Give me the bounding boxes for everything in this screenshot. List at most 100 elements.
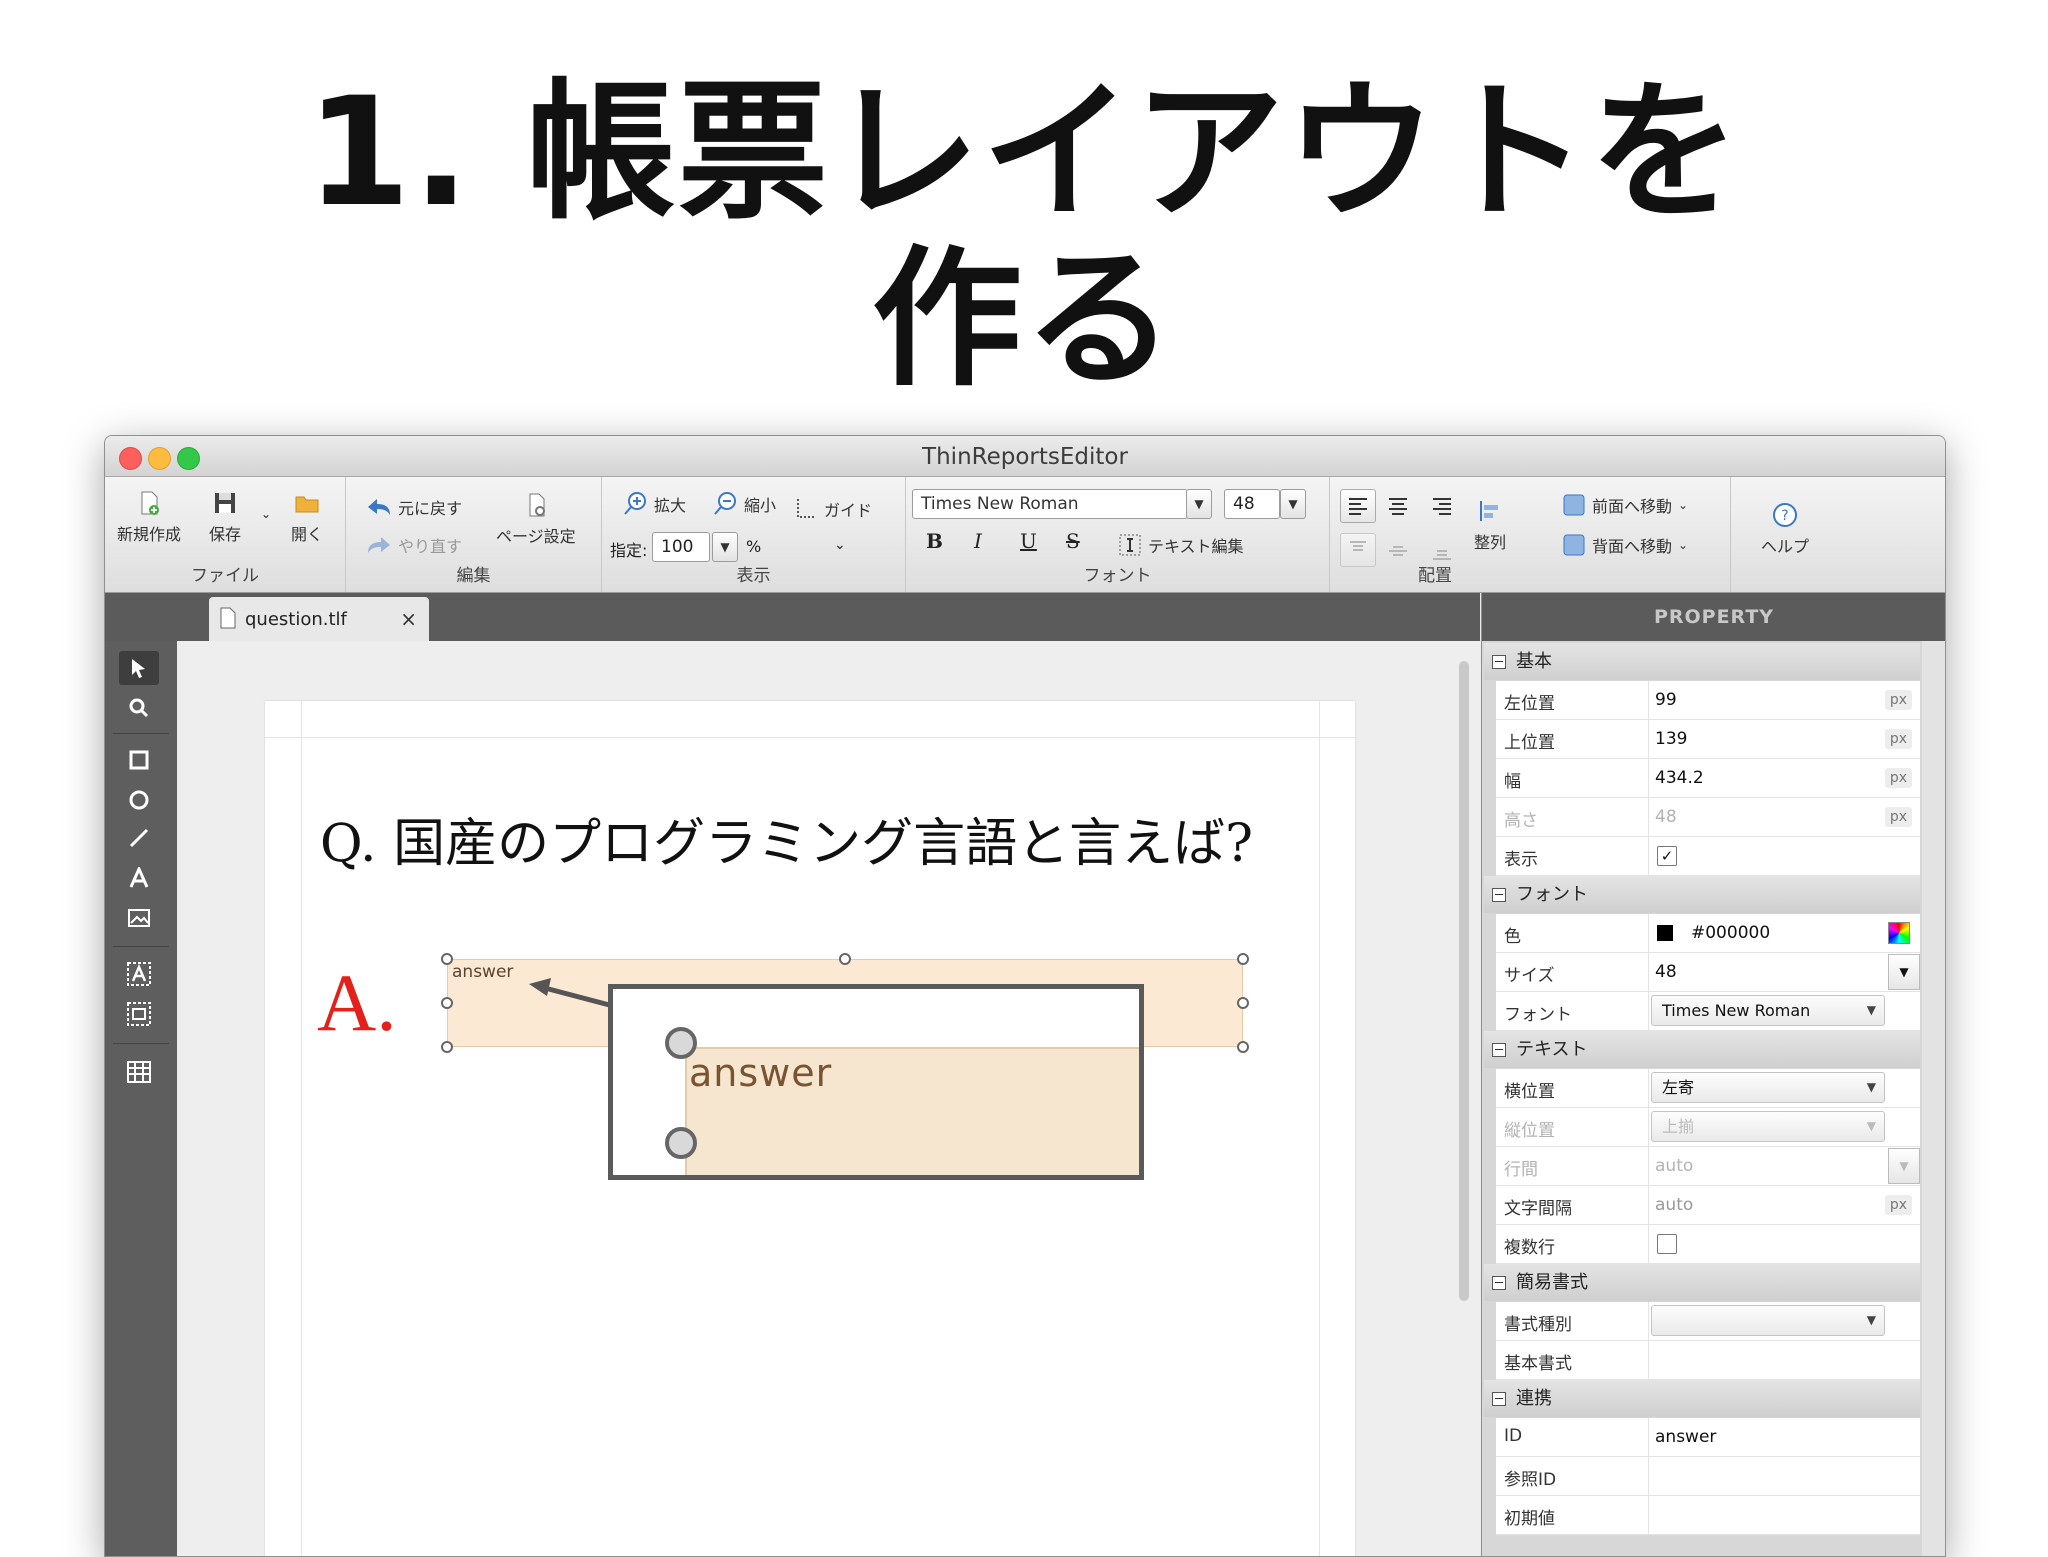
- zoom-out-button[interactable]: 縮小: [712, 491, 776, 517]
- section-link[interactable]: 連携: [1484, 1380, 1920, 1417]
- prop-ref-id-input[interactable]: [1648, 1457, 1920, 1495]
- italic-button[interactable]: I: [974, 529, 982, 553]
- rectangle-icon: [129, 750, 149, 770]
- image-tool[interactable]: [119, 901, 159, 935]
- design-canvas[interactable]: Q. 国産のプログラミング言語と言えば? A. answer answer: [177, 641, 1480, 1556]
- prop-halign-cell: 左寄 ▼: [1648, 1069, 1920, 1107]
- align-left-button[interactable]: [1340, 489, 1376, 523]
- strikethrough-button[interactable]: S: [1066, 529, 1080, 553]
- unit-badge: px: [1884, 729, 1912, 749]
- palette-divider: [113, 733, 169, 734]
- answer-prefix-text[interactable]: A.: [317, 956, 397, 1050]
- zoom-tool[interactable]: [119, 691, 159, 725]
- valign-middle-icon: [1389, 546, 1407, 556]
- collapse-icon[interactable]: [1492, 1043, 1506, 1057]
- prop-left-input[interactable]: 99 px: [1648, 681, 1920, 719]
- text-tool[interactable]: [119, 861, 159, 895]
- section-font[interactable]: フォント: [1484, 876, 1920, 913]
- color-palette-icon[interactable]: [1888, 922, 1910, 944]
- collapse-icon[interactable]: [1492, 655, 1506, 669]
- multiline-checkbox[interactable]: [1657, 1234, 1677, 1254]
- resize-handle[interactable]: [441, 1041, 453, 1053]
- collapse-icon[interactable]: [1492, 888, 1506, 902]
- prop-default-input[interactable]: [1648, 1496, 1920, 1534]
- prop-visible-cell: ✓: [1648, 837, 1920, 875]
- undo-button[interactable]: 元に戻す: [366, 495, 462, 519]
- font-family-input[interactable]: Times New Roman: [912, 489, 1188, 519]
- collapse-icon[interactable]: [1492, 1276, 1506, 1290]
- prop-font-family-name: フォント: [1504, 1005, 1572, 1025]
- guide-chevron-icon[interactable]: ⌄: [834, 537, 846, 553]
- tab-question-tlf[interactable]: question.tlf ×: [209, 597, 429, 641]
- palette-divider: [113, 946, 169, 947]
- send-back-button[interactable]: 背面へ移動 ⌄: [1562, 533, 1688, 557]
- line-tool[interactable]: [119, 821, 159, 855]
- format-type-select[interactable]: ▼: [1651, 1305, 1885, 1336]
- prop-top-value: 139: [1655, 729, 1688, 749]
- folder-icon: [295, 496, 319, 513]
- align-menu-button[interactable]: 整列: [1474, 497, 1506, 553]
- panel-scrollbar[interactable]: [1922, 641, 1945, 1556]
- section-font-title: フォント: [1516, 884, 1588, 905]
- bold-button[interactable]: B: [926, 529, 943, 553]
- resize-handle[interactable]: [441, 997, 453, 1009]
- zoom-in-label: 拡大: [654, 496, 687, 515]
- save-button[interactable]: 保存: [209, 489, 241, 545]
- resize-handle[interactable]: [1237, 997, 1249, 1009]
- report-page[interactable]: Q. 国産のプログラミング言語と言えば? A. answer answer: [265, 701, 1355, 1556]
- section-basic[interactable]: 基本: [1484, 643, 1920, 680]
- valign-bottom-button[interactable]: [1430, 539, 1454, 563]
- resize-handle[interactable]: [1237, 953, 1249, 965]
- resize-handle[interactable]: [441, 953, 453, 965]
- zoom-in-button[interactable]: 拡大: [622, 491, 686, 517]
- resize-handle[interactable]: [1237, 1041, 1249, 1053]
- help-button[interactable]: ? ヘルプ: [1761, 501, 1809, 557]
- valign-middle-button[interactable]: [1386, 539, 1410, 563]
- select-tool[interactable]: [119, 651, 159, 685]
- bring-front-button[interactable]: 前面へ移動 ⌄: [1562, 493, 1688, 517]
- prop-base-format-input[interactable]: [1648, 1341, 1920, 1379]
- open-button[interactable]: 開く: [291, 489, 323, 545]
- visible-checkbox[interactable]: ✓: [1657, 846, 1677, 866]
- guide-button[interactable]: ガイド: [794, 497, 872, 521]
- font-family-dropdown[interactable]: ▼: [1186, 489, 1212, 519]
- edit-group-label: 編集: [456, 566, 491, 586]
- ellipse-tool[interactable]: [119, 783, 159, 817]
- align-right-button[interactable]: [1430, 495, 1454, 519]
- zoom-in-icon: [624, 492, 646, 515]
- align-center-button[interactable]: [1386, 495, 1410, 519]
- collapse-icon[interactable]: [1492, 1392, 1506, 1406]
- section-format[interactable]: 簡易書式: [1484, 1264, 1920, 1301]
- prop-top-input[interactable]: 139 px: [1648, 720, 1920, 758]
- section-text[interactable]: テキスト: [1484, 1031, 1920, 1068]
- rectangle-tool[interactable]: [119, 743, 159, 777]
- zoom-input[interactable]: 100: [652, 532, 710, 562]
- page-setup-button[interactable]: ページ設定: [496, 491, 576, 547]
- text-block-tool[interactable]: [119, 957, 159, 991]
- list-tool[interactable]: [119, 1055, 159, 1089]
- font-family-select[interactable]: Times New Roman ▼: [1651, 995, 1885, 1026]
- prop-letter-spacing-input[interactable]: auto px: [1648, 1186, 1920, 1224]
- save-menu-chevron-icon[interactable]: ⌄: [261, 507, 271, 521]
- prop-color-input[interactable]: #000000: [1648, 914, 1920, 952]
- prop-id-input[interactable]: answer: [1648, 1418, 1920, 1456]
- underline-button[interactable]: U: [1020, 529, 1037, 553]
- prop-multiline-cell: [1648, 1225, 1920, 1263]
- prop-font-size-input[interactable]: 48 ▼: [1648, 953, 1920, 991]
- font-size-dropdown[interactable]: ▼: [1280, 489, 1306, 519]
- redo-button[interactable]: やり直す: [366, 533, 462, 557]
- image-block-tool[interactable]: [119, 997, 159, 1031]
- arrange-group: 整列 前面へ移動 ⌄ 背面へ移動 ⌄ 配置: [1330, 477, 1731, 592]
- text-edit-button[interactable]: テキスト編集: [1118, 533, 1244, 557]
- tab-close-button[interactable]: ×: [400, 607, 417, 631]
- resize-handle[interactable]: [839, 953, 851, 965]
- font-size-input[interactable]: 48: [1224, 489, 1280, 519]
- new-button[interactable]: 新規作成: [117, 489, 181, 545]
- prop-width-input[interactable]: 434.2 px: [1648, 759, 1920, 797]
- canvas-vertical-scrollbar[interactable]: [1459, 661, 1469, 1301]
- font-size-dropdown-button[interactable]: ▼: [1888, 954, 1920, 990]
- prop-valign-cell: 上揃 ▼: [1648, 1108, 1920, 1146]
- question-text[interactable]: Q. 国産のプログラミング言語と言えば?: [320, 801, 1253, 876]
- halign-select[interactable]: 左寄 ▼: [1651, 1072, 1885, 1103]
- zoom-dropdown[interactable]: ▼: [712, 532, 738, 562]
